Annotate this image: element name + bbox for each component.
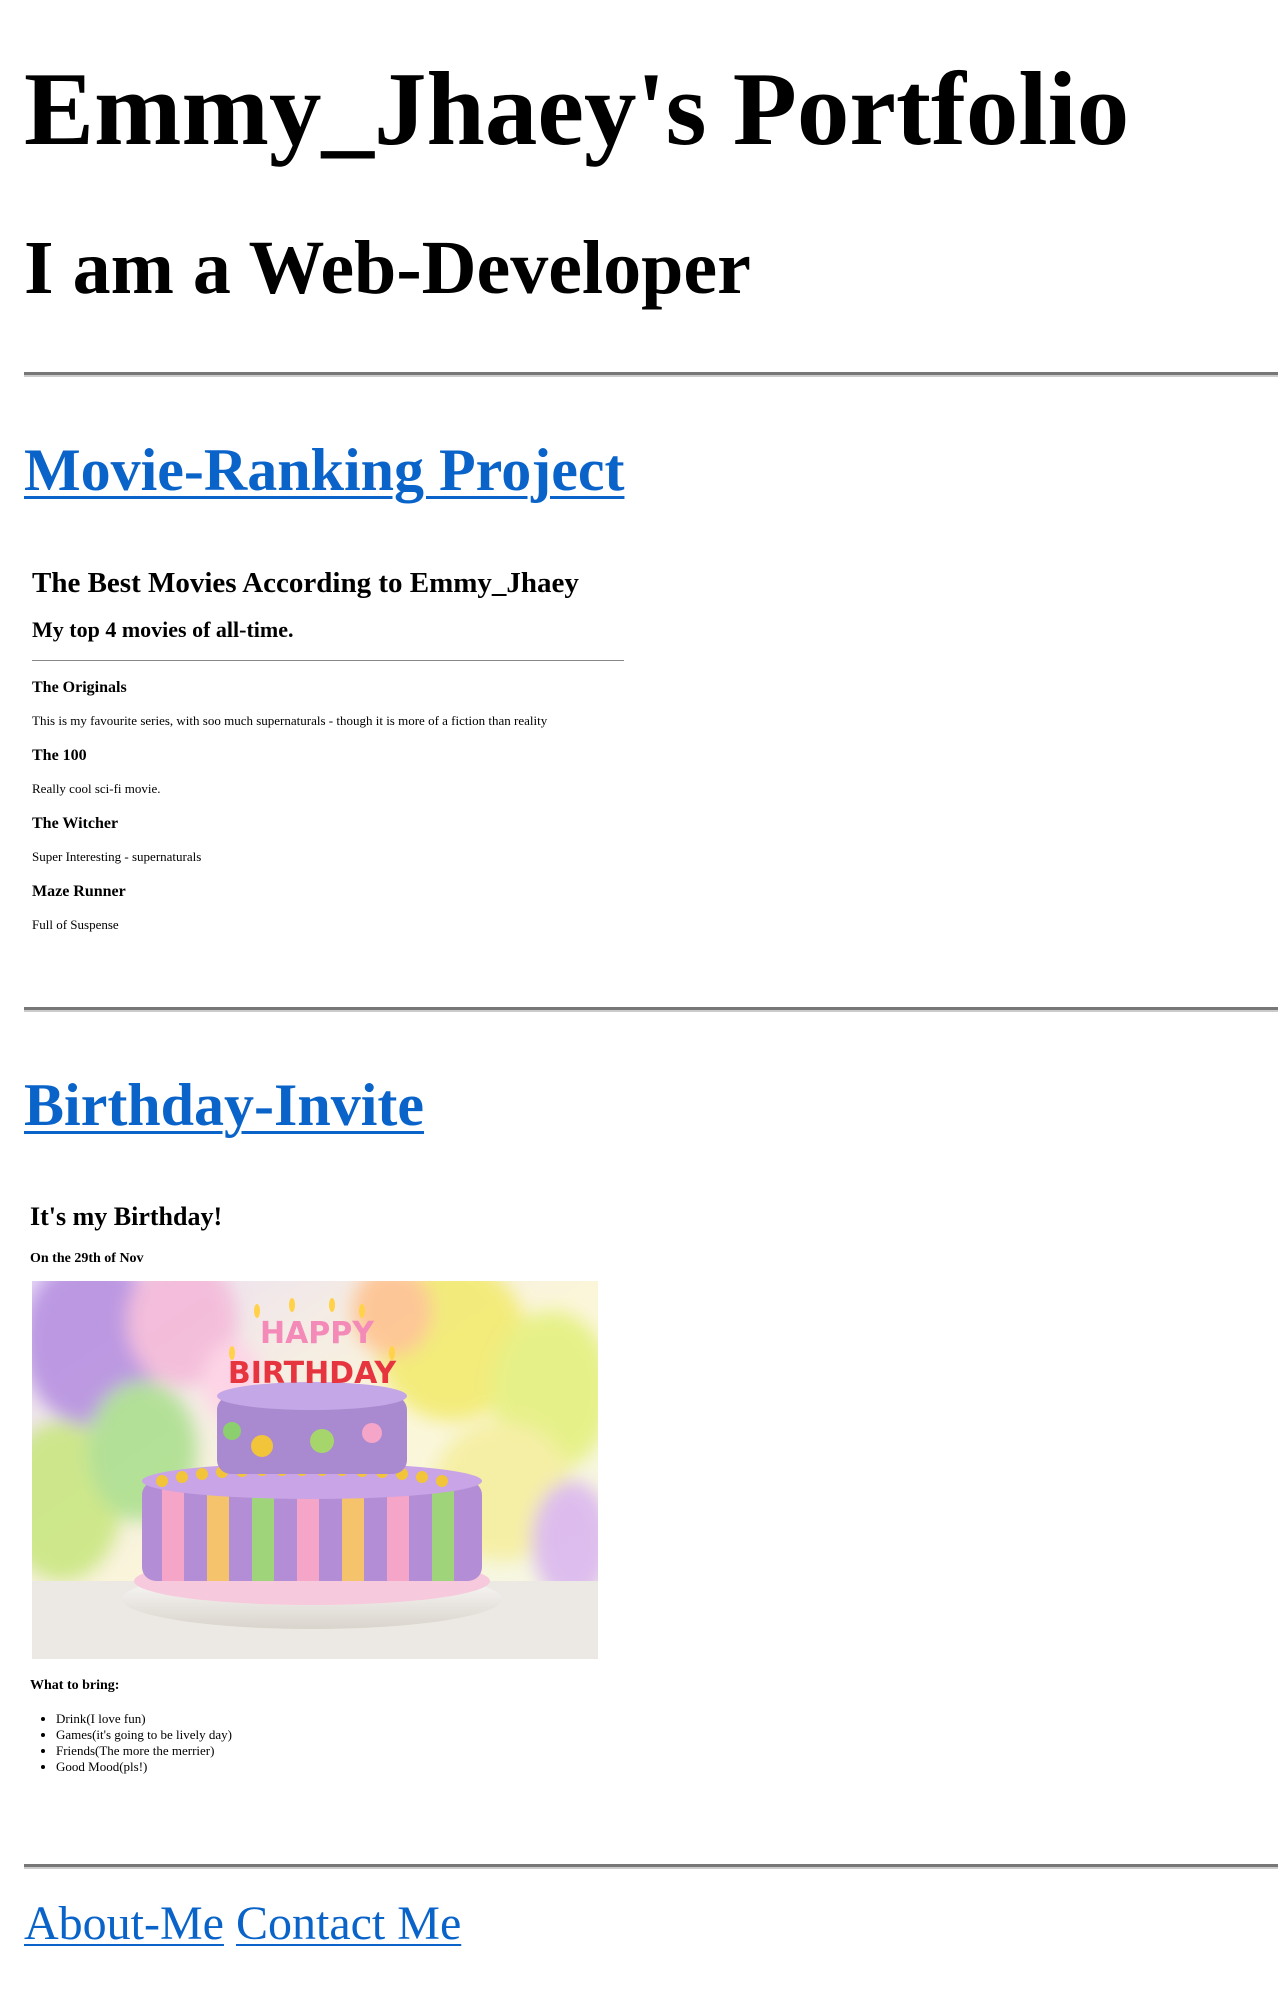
bring-list: Drink(I love fun) Games(it's going to be…	[32, 1711, 232, 1775]
movie-subheading: My top 4 movies of all-time.	[32, 617, 294, 642]
list-item: Drink(I love fun)	[56, 1711, 232, 1727]
divider	[24, 372, 1278, 377]
movie-title: The 100	[32, 747, 87, 764]
movie-title: Maze Runner	[32, 883, 126, 900]
movie-description: Super Interesting - supernaturals	[32, 849, 202, 864]
cake-birthday-letters: BIRTHDAY	[228, 1356, 398, 1391]
movie-divider	[32, 660, 624, 661]
page-subtitle: I am a Web-Developer	[24, 226, 751, 310]
birthday-heading: It's my Birthday!	[30, 1202, 223, 1231]
birthday-invite-link[interactable]: Birthday-Invite	[24, 1075, 424, 1135]
movie-ranking-embed: The Best Movies According to Emmy_Jhaey …	[24, 545, 664, 965]
page-title: Emmy_Jhaey's Portfolio	[24, 50, 1130, 167]
movie-title: The Witcher	[32, 815, 119, 832]
movie-description: Really cool sci-fi movie.	[32, 781, 161, 796]
movie-ranking-link[interactable]: Movie-Ranking Project	[24, 440, 624, 500]
movie-description: This is my favourite series, with soo mu…	[32, 713, 548, 728]
movie-description: Full of Suspense	[32, 917, 119, 932]
birthday-cake-image: HAPPY BIRTHDAY	[32, 1281, 598, 1659]
cake-happy-letters: HAPPY	[260, 1316, 375, 1351]
birthday-invite-embed: It's my Birthday! On the 29th of Nov HAP…	[24, 1185, 664, 1795]
movie-title: The Originals	[32, 679, 127, 696]
contact-me-link[interactable]: Contact Me	[236, 1897, 461, 1950]
list-item: Games(it's going to be lively day)	[56, 1727, 232, 1743]
bring-heading: What to bring:	[30, 1678, 120, 1693]
list-item: Friends(The more the merrier)	[56, 1743, 232, 1759]
movie-heading: The Best Movies According to Emmy_Jhaey	[32, 567, 579, 599]
divider	[24, 1864, 1278, 1869]
birthday-date: On the 29th of Nov	[30, 1251, 144, 1266]
divider	[24, 1007, 1278, 1012]
about-me-link[interactable]: About-Me	[24, 1897, 224, 1950]
list-item: Good Mood(pls!)	[56, 1759, 232, 1775]
footer-links: About-Me Contact Me	[24, 1896, 461, 1951]
